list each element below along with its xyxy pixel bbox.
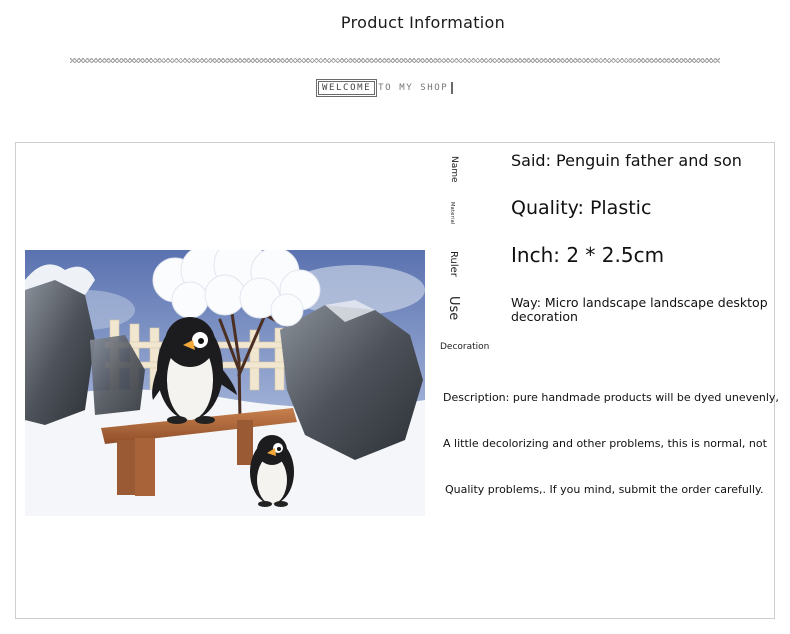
penguin-scene-illustration [25, 250, 425, 516]
description-line-1: Description: pure handmade products will… [443, 391, 779, 404]
spec-said: Said: Penguin father and son [511, 151, 742, 170]
spec-inch: Inch: 2 * 2.5cm [511, 243, 665, 267]
product-photo [25, 250, 425, 516]
label-use: Use [446, 296, 461, 321]
label-decoration: Decoration [440, 342, 490, 352]
label-name: Name [449, 156, 459, 183]
page-title: Product Information [340, 13, 506, 32]
description-line-3: Quality problems,. If you mind, submit t… [445, 483, 764, 496]
welcome-banner-part2: TO MY SHOP [375, 82, 454, 94]
description-line-2: A little decolorizing and other problems… [443, 437, 767, 450]
label-material: Material [449, 202, 455, 225]
welcome-banner-part1: WELCOME [315, 79, 378, 97]
label-ruler: Ruler [448, 251, 459, 277]
spec-quality: Quality: Plastic [511, 197, 652, 219]
zigzag-divider [70, 58, 720, 63]
welcome-banner: WELCOME TO MY SHOP [315, 79, 454, 97]
spec-way: Way: Micro landscape landscape desktop d… [511, 295, 768, 324]
